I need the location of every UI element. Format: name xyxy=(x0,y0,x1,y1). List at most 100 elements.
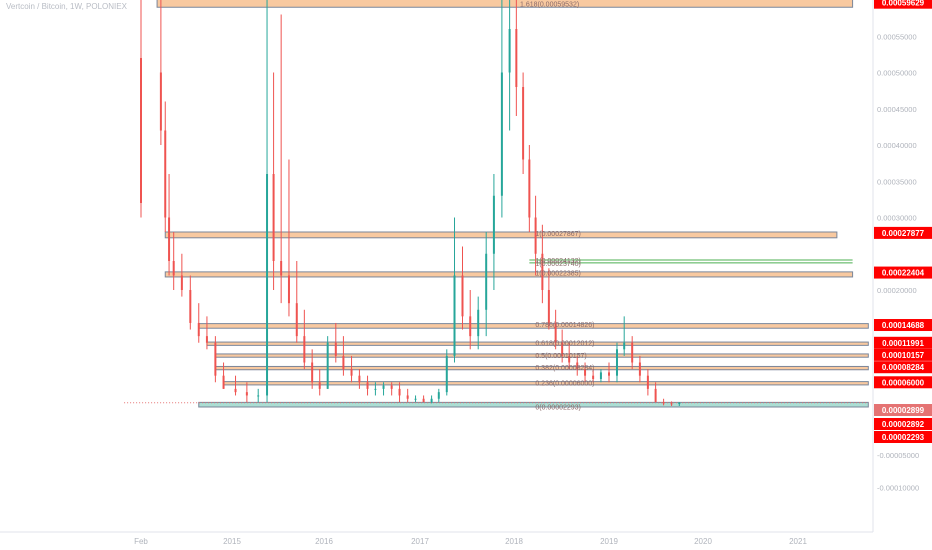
price-tag-2: 0.00022404 xyxy=(874,266,932,279)
x-tick-label-1: 2015 xyxy=(223,537,241,546)
y-tick-label-2: 0.00045000 xyxy=(877,105,917,114)
price-tag-4: 0.00011991 xyxy=(874,336,932,349)
candle-body-51 xyxy=(547,290,550,323)
x-tick-label-3: 2017 xyxy=(411,537,429,546)
candle-body-43 xyxy=(492,195,495,254)
zone-rect-3 xyxy=(198,323,869,329)
candle-body-41 xyxy=(477,309,480,337)
x-tick-label-4: 2018 xyxy=(505,537,523,546)
price-tag-label-6: 0.00008284 xyxy=(882,363,925,372)
price-tag-6: 0.00008284 xyxy=(874,361,932,374)
fib-label-1: 1(0.00027867) xyxy=(535,231,581,238)
x-tick-label-5: 2019 xyxy=(600,537,618,546)
candle-body-34 xyxy=(422,398,425,403)
candle-body-11 xyxy=(234,388,237,393)
candle-body-13 xyxy=(257,395,260,397)
price-tag-3: 0.00014688 xyxy=(874,319,932,332)
candle-body-17 xyxy=(287,275,290,304)
x-tick-label-7: 2021 xyxy=(789,537,807,546)
candle-body-65 xyxy=(654,388,657,403)
candle-body-40 xyxy=(469,316,472,337)
candle-body-1 xyxy=(159,72,162,131)
candle-body-44 xyxy=(500,72,503,196)
candle-body-10 xyxy=(222,375,225,389)
price-tag-label-3: 0.00014688 xyxy=(882,321,925,330)
y-tick-label-1: 0.00050000 xyxy=(877,69,917,78)
candle-body-28 xyxy=(374,388,377,390)
candle-body-68 xyxy=(678,402,681,405)
chart-canvas[interactable]: 1.618(0.00059532)1(0.00027867)1(0.000241… xyxy=(0,0,932,550)
candle-body-35 xyxy=(430,398,433,403)
candle-body-20 xyxy=(311,362,314,383)
x-tick-label-6: 2020 xyxy=(694,537,712,546)
candle-body-14 xyxy=(266,174,269,396)
candle-body-8 xyxy=(205,336,208,343)
candle-body-21 xyxy=(318,382,321,389)
candle-body-59 xyxy=(608,372,610,376)
chart-title: Vertcoin / Bitcoin, 1W, POLONIEX xyxy=(6,2,127,11)
candle-body-63 xyxy=(638,362,641,376)
price-tag-5: 0.00010157 xyxy=(874,348,932,361)
candle-body-39 xyxy=(461,275,464,317)
candle-body-7 xyxy=(197,322,200,337)
candle-body-16 xyxy=(280,261,283,276)
fib-label-0: 1.618(0.00059532) xyxy=(520,1,579,8)
fib-label-7: 0.5(0.00010157) xyxy=(535,353,586,360)
y-tick-label-6: 0.00020000 xyxy=(877,286,917,295)
candle-body-26 xyxy=(358,375,361,383)
y-tick-label-8: -0.00010000 xyxy=(877,484,919,493)
price-tag-label-10: 0.00002293 xyxy=(882,433,925,442)
fib-label-5: 0.786(0.00014826) xyxy=(535,322,594,329)
candle-body-46 xyxy=(515,29,518,87)
candle-body-67 xyxy=(670,403,673,405)
zone-rect-1 xyxy=(164,231,838,239)
candle-body-9 xyxy=(214,342,217,376)
candle-body-37 xyxy=(445,355,448,393)
y-tick-label-7: -0.00005000 xyxy=(877,451,919,460)
price-tag-10: 0.00002293 xyxy=(874,431,932,443)
x-tick-label-2: 2016 xyxy=(315,537,333,546)
candle-body-38 xyxy=(453,275,456,356)
candle-body-31 xyxy=(398,388,401,396)
candle-body-45 xyxy=(508,29,511,73)
candle-body-27 xyxy=(366,382,369,389)
candle-body-2 xyxy=(164,130,167,218)
candle-body-48 xyxy=(528,159,531,218)
candle-body-0 xyxy=(140,58,142,203)
candle-body-6 xyxy=(189,290,192,323)
candle-body-66 xyxy=(662,402,665,404)
price-tag-0: 0.00059629 xyxy=(874,0,932,9)
candle-body-32 xyxy=(406,395,409,399)
zone-rect-2 xyxy=(164,271,854,278)
candle-body-33 xyxy=(414,398,417,400)
candle-body-4 xyxy=(172,261,175,276)
price-tag-1: 0.00027877 xyxy=(874,226,932,239)
price-tag-9: 0.00002892 xyxy=(874,418,932,430)
candle-body-60 xyxy=(615,349,618,376)
y-tick-label-4: 0.00035000 xyxy=(877,177,917,186)
candle-body-22 xyxy=(326,342,329,389)
price-tag-label-0: 0.00059629 xyxy=(882,0,925,8)
candle-body-18 xyxy=(295,303,298,337)
fib-label-9: 0.236(0.00006000) xyxy=(535,380,594,387)
candle-body-24 xyxy=(342,355,345,370)
price-tag-label-1: 0.00027877 xyxy=(882,229,925,238)
y-tick-label-0: 0.00055000 xyxy=(877,32,917,41)
chart-root: 1.618(0.00059532) 1(0.00027867) 1(0.000241… xyxy=(0,0,932,550)
price-tag-label-9: 0.00002892 xyxy=(882,420,925,429)
fib-label-10: 0(0.00002293) xyxy=(535,405,581,412)
candle-body-25 xyxy=(350,369,353,376)
fib-label-3: 1(0.00023740) xyxy=(535,261,581,268)
fib-label-6: 0.618(0.00012012) xyxy=(535,341,594,348)
price-tag-label-2: 0.00022404 xyxy=(882,269,925,278)
price-tag-7: 0.00006000 xyxy=(874,376,932,389)
candle-body-29 xyxy=(382,385,385,389)
zone-rect-8 xyxy=(198,401,869,408)
price-tag-label-4: 0.00011991 xyxy=(882,339,924,348)
candle-body-3 xyxy=(168,217,171,261)
candle-body-64 xyxy=(646,375,649,389)
price-tag-label-7: 0.00006000 xyxy=(882,378,925,387)
candle-body-5 xyxy=(180,275,183,290)
candle-body-47 xyxy=(522,87,525,160)
candle-body-30 xyxy=(390,385,393,389)
